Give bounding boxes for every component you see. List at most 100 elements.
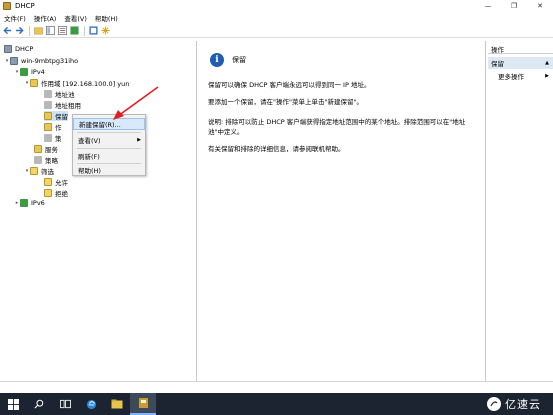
window-controls: — ❐ ✕ xyxy=(475,0,553,12)
description-paragraph-3b: 池"中定义。 xyxy=(208,128,244,136)
menu-separator xyxy=(77,132,141,133)
minimize-button[interactable]: — xyxy=(475,0,501,12)
actions-pane xyxy=(487,41,553,381)
collapse-caret-icon[interactable]: ▲ xyxy=(545,60,549,66)
watermark: 亿速云 xyxy=(487,396,541,412)
export-list-icon[interactable] xyxy=(57,26,67,36)
dhcp-app-icon xyxy=(3,2,11,10)
address-pool-icon xyxy=(44,90,52,98)
forward-icon[interactable] xyxy=(14,26,24,36)
search-button[interactable] xyxy=(26,393,52,415)
task-view-icon xyxy=(59,399,71,409)
tree-label: IPv6 xyxy=(31,199,45,207)
tree-label: 策略 xyxy=(45,157,58,165)
taskbar xyxy=(0,393,553,415)
tree-label: 作 xyxy=(55,124,62,132)
window-title: DHCP xyxy=(15,2,35,10)
tree-item-server[interactable]: ▾ win-9mbtpg31iho xyxy=(4,56,78,66)
tree-label: IPv4 xyxy=(31,68,45,76)
tree-label: win-9mbtpg31iho xyxy=(21,57,79,65)
description-paragraph-3a: 说明: 排除可以防止 DHCP 客户端获得指定地址范围中的某个地址。排除范围可以… xyxy=(208,118,466,126)
tree-label: 保留 xyxy=(55,113,68,121)
menu-view[interactable]: 查看(V) xyxy=(60,13,91,23)
ipv6-icon xyxy=(20,199,28,207)
scope-folder-icon xyxy=(30,79,38,87)
tree-item-server-options[interactable]: 服务 xyxy=(34,144,58,154)
tree-item-scope-options[interactable]: 作 xyxy=(44,122,62,132)
menu-help[interactable]: 帮助(H) xyxy=(91,13,122,23)
windows-logo-icon xyxy=(7,398,19,410)
tree-item-filters[interactable]: ▾ 筛选 xyxy=(24,166,54,176)
tree-item-reservations[interactable]: 保留 xyxy=(44,111,68,121)
tree-item-address-pool[interactable]: 地址池 xyxy=(44,89,75,99)
annotation-arrow xyxy=(113,86,159,120)
submenu-arrow-icon: ▶ xyxy=(545,73,549,79)
tree-label: 服务 xyxy=(45,146,58,154)
details-header: i 保留 xyxy=(210,53,246,67)
filter-icon xyxy=(30,167,38,175)
edge-browser-button[interactable] xyxy=(78,393,104,415)
context-help[interactable]: 帮助(H) xyxy=(73,164,145,176)
help-icon[interactable] xyxy=(88,26,98,36)
folder-icon xyxy=(111,399,123,409)
context-refresh[interactable]: 刷新(F) xyxy=(73,150,145,162)
description-paragraph-2: 要添加一个保留，请在"操作"菜单上单击"新建保留"。 xyxy=(208,98,363,106)
tree-item-dhcp-root[interactable]: DHCP xyxy=(4,44,33,54)
status-bar xyxy=(0,381,553,393)
description-paragraph-1: 保留可以确保 DHCP 客户端永远可以得到同一 IP 地址。 xyxy=(208,81,371,89)
address-leases-icon xyxy=(44,101,52,109)
actions-section-reservations[interactable]: 保留 ▲ xyxy=(488,57,553,69)
start-button[interactable] xyxy=(0,393,26,415)
tree-item-allow[interactable]: 允许 xyxy=(44,177,68,187)
context-view[interactable]: 查看(V) ▶ xyxy=(73,134,145,146)
info-icon: i xyxy=(210,53,224,67)
tree-label: 允许 xyxy=(55,179,68,187)
close-button[interactable]: ✕ xyxy=(527,0,553,12)
scope-options-icon xyxy=(44,123,52,131)
toolbar-separator xyxy=(29,25,30,36)
tree-label: DHCP xyxy=(15,45,34,53)
ipv4-icon xyxy=(20,68,28,76)
dhcp-server-icon xyxy=(4,45,12,53)
details-title: 保留 xyxy=(232,56,246,64)
actions-section-label: 保留 xyxy=(491,60,504,68)
more-actions-link[interactable]: 更多操作 ▶ xyxy=(498,71,553,81)
tree-label: 地址池 xyxy=(55,91,75,99)
allow-filter-icon xyxy=(44,178,52,186)
edge-icon xyxy=(86,399,96,409)
task-view-button[interactable] xyxy=(52,393,78,415)
details-pane xyxy=(198,41,486,381)
deny-filter-icon xyxy=(44,189,52,197)
restore-button[interactable]: ❐ xyxy=(501,0,527,12)
console-tree-pane xyxy=(0,41,197,381)
policies-icon xyxy=(34,156,42,164)
menu-bar: 文件(F) 操作(A) 查看(V) 帮助(H) xyxy=(0,12,553,24)
dhcp-app-icon xyxy=(138,398,148,408)
back-icon[interactable] xyxy=(2,26,12,36)
tree-item-ipv4[interactable]: ▾ IPv4 xyxy=(14,67,45,77)
tree-item-policies[interactable]: 策略 xyxy=(34,155,58,165)
toolbar xyxy=(0,24,553,38)
tree-label: 筛选 xyxy=(41,168,54,176)
show-tree-icon[interactable] xyxy=(45,26,55,36)
tree-label: 拒绝 xyxy=(55,190,68,198)
dhcp-taskbar-button[interactable] xyxy=(130,393,156,415)
tree-item-ipv6[interactable]: ▸ IPv6 xyxy=(14,198,45,208)
menu-file[interactable]: 文件(F) xyxy=(0,13,30,23)
new-reservation-icon[interactable] xyxy=(100,26,110,36)
menu-separator xyxy=(77,148,141,149)
tree-item-address-leases[interactable]: 地址租用 xyxy=(44,100,81,110)
description-paragraph-4: 有关保留和排除的详细信息，请参阅联机帮助。 xyxy=(208,145,345,153)
server-options-icon xyxy=(34,145,42,153)
file-explorer-button[interactable] xyxy=(104,393,130,415)
watermark-text: 亿速云 xyxy=(505,398,541,411)
up-folder-icon[interactable] xyxy=(33,26,43,36)
tree-item-deny[interactable]: 拒绝 xyxy=(44,188,68,198)
refresh-icon[interactable] xyxy=(69,26,79,36)
tree-item-scope-policies[interactable]: 策 xyxy=(44,133,62,143)
menu-action[interactable]: 操作(A) xyxy=(30,13,61,23)
search-icon xyxy=(34,399,44,409)
policies-icon xyxy=(44,134,52,142)
title-bar: DHCP — ❐ ✕ xyxy=(0,0,553,12)
tree-label: 策 xyxy=(55,135,62,143)
